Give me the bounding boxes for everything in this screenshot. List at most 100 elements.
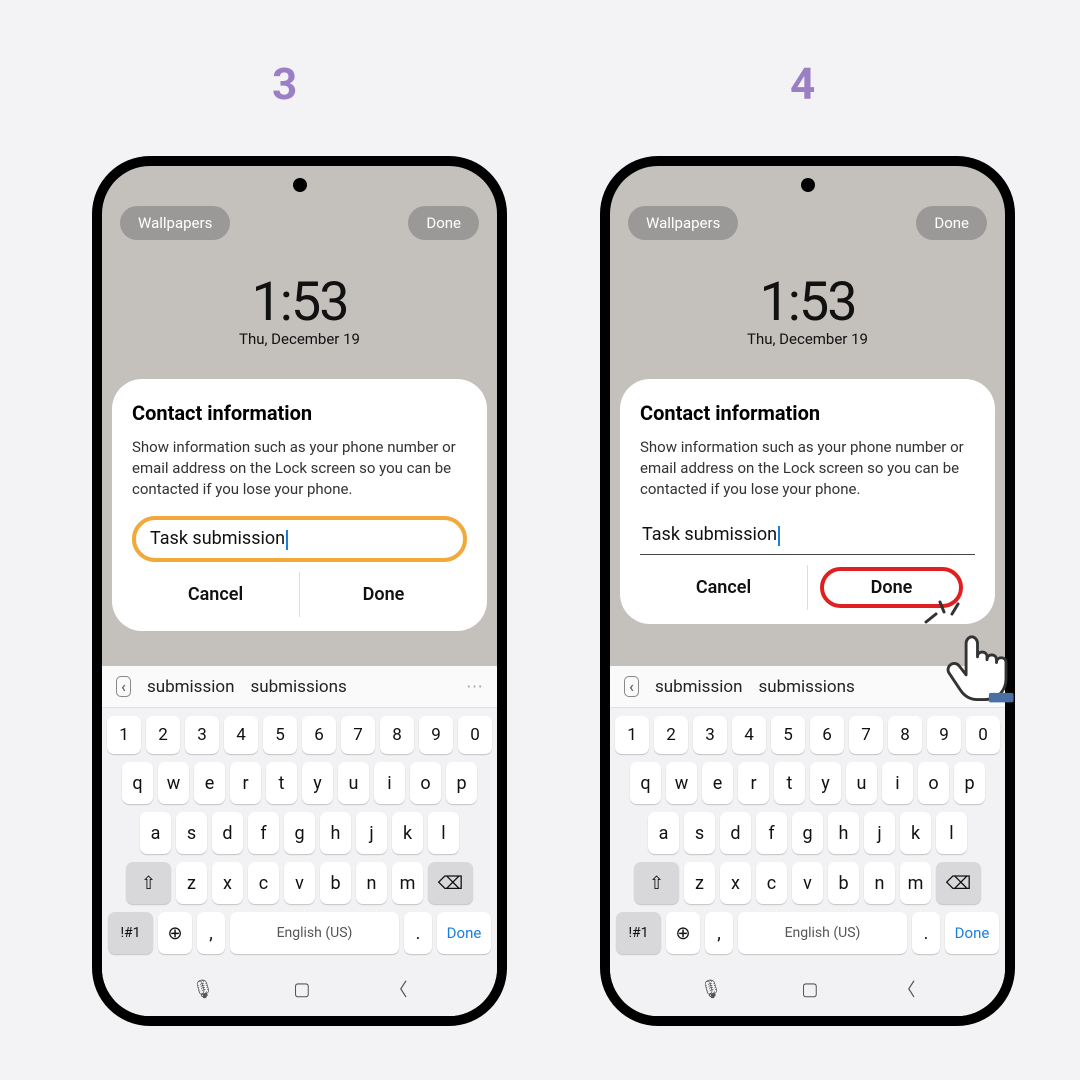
key-d[interactable]: d bbox=[720, 812, 751, 854]
key-m[interactable]: m bbox=[392, 862, 423, 904]
key-3[interactable]: 3 bbox=[185, 716, 219, 754]
key-p[interactable]: p bbox=[446, 762, 477, 804]
key-a[interactable]: a bbox=[140, 812, 171, 854]
key-a[interactable]: a bbox=[648, 812, 679, 854]
key-s[interactable]: s bbox=[684, 812, 715, 854]
key-6[interactable]: 6 bbox=[302, 716, 336, 754]
key-x[interactable]: x bbox=[212, 862, 243, 904]
key-q[interactable]: q bbox=[630, 762, 661, 804]
key-s[interactable]: s bbox=[176, 812, 207, 854]
globe-key[interactable]: ⊕ bbox=[158, 912, 192, 954]
key-g[interactable]: g bbox=[792, 812, 823, 854]
symbols-key[interactable]: !#1 bbox=[108, 912, 153, 954]
keyboard-done-key[interactable]: Done bbox=[945, 912, 999, 954]
key-j[interactable]: j bbox=[356, 812, 387, 854]
suggestion-2[interactable]: submissions bbox=[250, 677, 346, 697]
key-h[interactable]: h bbox=[320, 812, 351, 854]
backspace-key[interactable]: ⌫ bbox=[428, 862, 473, 904]
cancel-button[interactable]: Cancel bbox=[132, 572, 299, 617]
key-5[interactable]: 5 bbox=[263, 716, 297, 754]
wallpapers-button[interactable]: Wallpapers bbox=[628, 206, 738, 240]
globe-key[interactable]: ⊕ bbox=[666, 912, 700, 954]
key-8[interactable]: 8 bbox=[888, 716, 922, 754]
key-b[interactable]: b bbox=[828, 862, 859, 904]
nav-home-icon[interactable]: ▢ bbox=[801, 979, 818, 1000]
done-pill-button[interactable]: Done bbox=[916, 206, 987, 240]
key-o[interactable]: o bbox=[410, 762, 441, 804]
suggestion-1[interactable]: submission bbox=[655, 677, 743, 697]
key-2[interactable]: 2 bbox=[146, 716, 180, 754]
key-5[interactable]: 5 bbox=[771, 716, 805, 754]
keyboard-done-key[interactable]: Done bbox=[437, 912, 491, 954]
key-n[interactable]: n bbox=[356, 862, 387, 904]
key-8[interactable]: 8 bbox=[380, 716, 414, 754]
key-k[interactable]: k bbox=[900, 812, 931, 854]
key-0[interactable]: 0 bbox=[966, 716, 1000, 754]
key-0[interactable]: 0 bbox=[458, 716, 492, 754]
mic-icon[interactable]: 🎙 bbox=[700, 979, 723, 1000]
shift-key[interactable]: ⇧ bbox=[634, 862, 679, 904]
key-4[interactable]: 4 bbox=[224, 716, 258, 754]
key-u[interactable]: u bbox=[338, 762, 369, 804]
nav-home-icon[interactable]: ▢ bbox=[293, 979, 310, 1000]
comma-key[interactable]: , bbox=[197, 912, 225, 954]
key-h[interactable]: h bbox=[828, 812, 859, 854]
key-3[interactable]: 3 bbox=[693, 716, 727, 754]
key-o[interactable]: o bbox=[918, 762, 949, 804]
suggestion-1[interactable]: submission bbox=[147, 677, 235, 697]
key-z[interactable]: z bbox=[176, 862, 207, 904]
cancel-button[interactable]: Cancel bbox=[640, 565, 807, 610]
key-9[interactable]: 9 bbox=[419, 716, 453, 754]
suggestion-back-icon[interactable]: ‹ bbox=[116, 676, 131, 697]
key-p[interactable]: p bbox=[954, 762, 985, 804]
key-y[interactable]: y bbox=[810, 762, 841, 804]
key-t[interactable]: t bbox=[266, 762, 297, 804]
backspace-key[interactable]: ⌫ bbox=[936, 862, 981, 904]
mic-icon[interactable]: 🎙 bbox=[192, 979, 215, 1000]
suggestion-more-icon[interactable]: ⋯ bbox=[466, 677, 483, 697]
key-c[interactable]: c bbox=[756, 862, 787, 904]
key-v[interactable]: v bbox=[284, 862, 315, 904]
key-6[interactable]: 6 bbox=[810, 716, 844, 754]
key-d[interactable]: d bbox=[212, 812, 243, 854]
key-c[interactable]: c bbox=[248, 862, 279, 904]
symbols-key[interactable]: !#1 bbox=[616, 912, 661, 954]
key-e[interactable]: e bbox=[702, 762, 733, 804]
key-2[interactable]: 2 bbox=[654, 716, 688, 754]
key-r[interactable]: r bbox=[230, 762, 261, 804]
spacebar[interactable]: English (US) bbox=[738, 912, 907, 954]
suggestion-2[interactable]: submissions bbox=[758, 677, 854, 697]
wallpapers-button[interactable]: Wallpapers bbox=[120, 206, 230, 240]
period-key[interactable]: . bbox=[912, 912, 940, 954]
key-j[interactable]: j bbox=[864, 812, 895, 854]
key-l[interactable]: l bbox=[936, 812, 967, 854]
suggestion-back-icon[interactable]: ‹ bbox=[624, 676, 639, 697]
period-key[interactable]: . bbox=[404, 912, 432, 954]
key-i[interactable]: i bbox=[882, 762, 913, 804]
key-x[interactable]: x bbox=[720, 862, 751, 904]
spacebar[interactable]: English (US) bbox=[230, 912, 399, 954]
key-g[interactable]: g bbox=[284, 812, 315, 854]
key-n[interactable]: n bbox=[864, 862, 895, 904]
nav-back-icon[interactable]: 〈 bbox=[389, 976, 407, 1002]
key-1[interactable]: 1 bbox=[107, 716, 141, 754]
key-t[interactable]: t bbox=[774, 762, 805, 804]
key-l[interactable]: l bbox=[428, 812, 459, 854]
done-pill-button[interactable]: Done bbox=[408, 206, 479, 240]
key-r[interactable]: r bbox=[738, 762, 769, 804]
key-z[interactable]: z bbox=[684, 862, 715, 904]
nav-back-icon[interactable]: 〈 bbox=[897, 976, 915, 1002]
key-9[interactable]: 9 bbox=[927, 716, 961, 754]
key-u[interactable]: u bbox=[846, 762, 877, 804]
key-m[interactable]: m bbox=[900, 862, 931, 904]
key-f[interactable]: f bbox=[248, 812, 279, 854]
done-button[interactable]: Done bbox=[299, 572, 467, 617]
key-i[interactable]: i bbox=[374, 762, 405, 804]
key-b[interactable]: b bbox=[320, 862, 351, 904]
contact-text-input[interactable]: Task submission bbox=[640, 516, 975, 555]
key-k[interactable]: k bbox=[392, 812, 423, 854]
key-w[interactable]: w bbox=[666, 762, 697, 804]
key-w[interactable]: w bbox=[158, 762, 189, 804]
key-1[interactable]: 1 bbox=[615, 716, 649, 754]
comma-key[interactable]: , bbox=[705, 912, 733, 954]
